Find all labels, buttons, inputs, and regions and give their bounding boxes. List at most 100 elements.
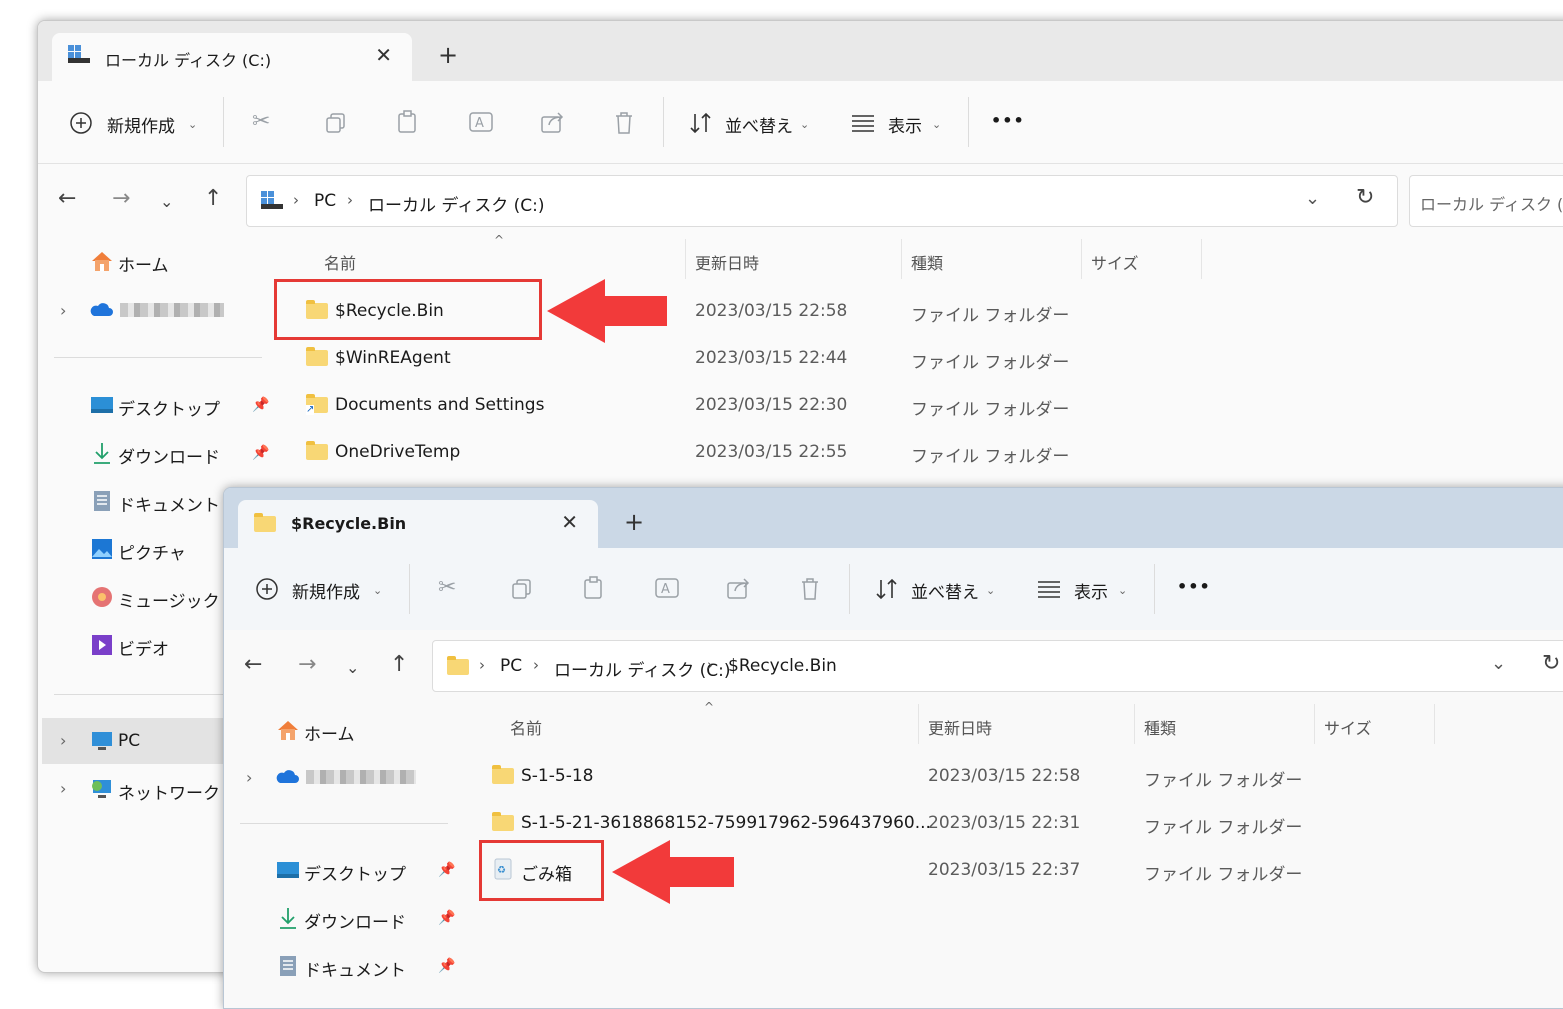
address-bar[interactable]: › PC › ローカル ディスク (C:) › $Recycle.Bin ⌄ [432,640,1563,692]
sidebar-item-desktop[interactable]: デスクトップ [78,387,258,427]
pin-icon[interactable]: 📌 [252,397,269,413]
sidebar-item-onedrive[interactable] [264,758,444,798]
forward-arrow-icon[interactable]: → [298,652,316,677]
refresh-icon[interactable]: ↻ [1542,651,1560,676]
breadcrumb-local-disk[interactable]: ローカル ディスク (C:) [368,191,544,216]
breadcrumb-local-disk[interactable]: ローカル ディスク (C:) [554,656,730,681]
pin-icon[interactable]: 📌 [438,910,455,926]
table-row[interactable]: $WinREAgent 2023/03/15 22:44 ファイル フォルダー [278,338,1278,378]
cut-icon[interactable]: ✂ [438,575,456,600]
chevron-right-icon[interactable]: › [60,779,66,798]
breadcrumb-pc[interactable]: PC [314,191,336,211]
column-header-date[interactable]: 更新日時 [928,715,992,739]
breadcrumb-pc[interactable]: PC [500,656,522,676]
recent-chevron-icon[interactable]: ⌄ [346,658,359,677]
tab-bar: ローカル ディスク (C:) ✕ + [38,21,1563,81]
column-divider [918,704,919,744]
sidebar-item-onedrive[interactable] [78,291,258,331]
table-row[interactable]: ↗ Documents and Settings 2023/03/15 22:3… [278,385,1278,425]
column-divider [1081,239,1082,279]
sort-button[interactable]: 並べ替え [725,112,793,137]
column-header-size[interactable]: サイズ [1091,250,1139,274]
column-header-date[interactable]: 更新日時 [695,250,759,274]
chevron-right-icon[interactable]: › [60,731,66,750]
column-header-name[interactable]: 名前 [510,715,542,739]
sidebar-item-documents[interactable]: ドキュメント [264,948,444,988]
column-header-name[interactable]: 名前 [324,250,356,274]
sidebar-item-label: ダウンロード [118,448,220,468]
back-arrow-icon[interactable]: ← [244,652,262,677]
view-button[interactable]: 表示 [888,112,922,137]
svg-text:A: A [475,116,484,131]
column-divider [1434,704,1435,744]
file-type: ファイル フォルダー [911,306,1070,326]
view-icon [1038,581,1060,598]
rename-icon[interactable]: A [654,576,680,600]
pin-icon[interactable]: 📌 [252,445,269,461]
up-arrow-icon[interactable]: ↑ [390,652,408,677]
close-icon[interactable]: ✕ [375,43,392,67]
copy-icon[interactable] [324,111,348,135]
tab-title: $Recycle.Bin [291,514,407,533]
sidebar-item-label: ピクチャ [118,544,186,564]
chevron-right-icon[interactable]: › [60,301,66,320]
sidebar-item-home[interactable]: ホーム [78,243,258,283]
column-divider [1314,704,1315,744]
chevron-down-icon[interactable]: ⌄ [1305,188,1320,209]
search-input[interactable]: ローカル ディスク (C:) [1409,175,1563,227]
table-row[interactable]: OneDriveTemp 2023/03/15 22:55 ファイル フォルダー [278,432,1278,472]
cut-icon[interactable]: ✂ [252,109,270,134]
paste-icon[interactable] [396,109,420,135]
tab-local-disk[interactable]: ローカル ディスク (C:) ✕ [52,33,412,81]
file-type: ファイル フォルダー [1144,818,1303,838]
share-icon[interactable] [726,576,752,600]
column-header-type[interactable]: 種類 [1144,715,1176,739]
more-options-button[interactable]: ••• [1177,577,1211,596]
sidebar-item-label: PC [118,731,141,751]
new-tab-button[interactable]: + [438,41,458,69]
sidebar-item-downloads[interactable]: ダウンロード [78,435,258,475]
paste-icon[interactable] [582,575,606,601]
new-tab-button[interactable]: + [624,508,644,536]
address-bar[interactable]: › PC › ローカル ディスク (C:) ⌄ [246,175,1398,227]
up-arrow-icon[interactable]: ↑ [204,186,222,211]
tab-recycle-bin[interactable]: $Recycle.Bin ✕ [238,500,598,548]
divider [223,97,224,147]
chevron-down-icon: ⌄ [373,584,383,597]
pin-icon[interactable]: 📌 [438,958,455,974]
back-arrow-icon[interactable]: ← [58,186,76,211]
trash-icon[interactable] [612,110,636,136]
chevron-right-icon[interactable]: › [246,768,252,787]
pin-icon[interactable]: 📌 [438,862,455,878]
breadcrumb-recycle-bin[interactable]: $Recycle.Bin [728,656,837,676]
column-header-type[interactable]: 種類 [911,250,943,274]
trash-icon[interactable] [798,576,822,602]
sidebar-item-downloads[interactable]: ダウンロード [264,900,444,940]
column-divider [1134,704,1135,744]
view-button[interactable]: 表示 [1074,578,1108,603]
add-icon[interactable] [68,110,94,136]
add-icon[interactable] [254,576,280,602]
divider [409,564,410,614]
chevron-down-icon: ⌄ [1118,584,1128,597]
sidebar-item-desktop[interactable]: デスクトップ [264,852,444,892]
command-bar: 新規作成 ⌄ ✂ A 並べ替え ⌄ 表示 ⌄ ••• [224,548,1563,631]
sidebar-item-home[interactable]: ホーム [264,712,444,752]
share-icon[interactable] [540,110,566,134]
file-type: ファイル フォルダー [1144,865,1303,885]
refresh-icon[interactable]: ↻ [1356,185,1374,210]
forward-arrow-icon[interactable]: → [112,186,130,211]
more-options-button[interactable]: ••• [991,111,1025,130]
table-row[interactable]: S-1-5-18 2023/03/15 22:58 ファイル フォルダー [464,756,1514,796]
sidebar-item-label: デスクトップ [304,865,406,885]
recent-chevron-icon[interactable]: ⌄ [160,192,173,211]
new-button[interactable]: 新規作成 [292,578,360,603]
copy-icon[interactable] [510,577,534,601]
column-header-size[interactable]: サイズ [1324,715,1372,739]
table-row[interactable]: S-1-5-21-3618868152-759917962-596437960.… [464,803,1514,843]
chevron-down-icon[interactable]: ⌄ [1491,653,1506,674]
rename-icon[interactable]: A [468,110,494,134]
sort-button[interactable]: 並べ替え [911,578,979,603]
close-icon[interactable]: ✕ [561,510,578,534]
new-button[interactable]: 新規作成 [107,112,175,137]
